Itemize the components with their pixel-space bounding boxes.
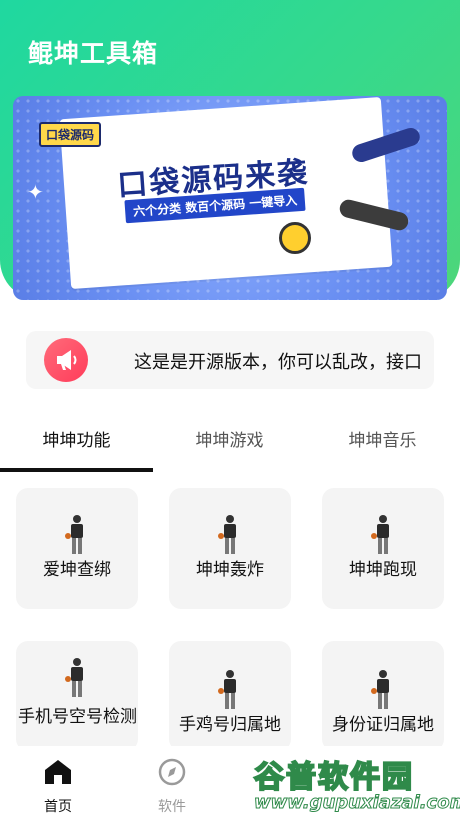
nav-home[interactable]: 首页 <box>28 758 88 816</box>
home-icon <box>45 760 71 784</box>
tool-tile-aikun-check[interactable]: 爱坤查绑 <box>16 488 138 609</box>
tile-label: 身份证归属地 <box>332 715 434 735</box>
tool-tile-kunkun-bomb[interactable]: 坤坤轰炸 <box>169 488 291 609</box>
tab-kunkun-functions[interactable]: 坤坤功能 <box>0 426 153 451</box>
announcement-bar[interactable]: 这是是开源版本，你可以乱改，接口 <box>26 331 434 389</box>
sparkle-icon: ✧ <box>121 226 138 250</box>
tab-kunkun-games[interactable]: 坤坤游戏 <box>153 426 306 451</box>
category-tabs: 坤坤功能 坤坤游戏 坤坤音乐 <box>0 410 460 472</box>
watermark-url: www.gupuxiazai.com <box>253 792 460 814</box>
banner-tag: 口袋源码 <box>39 122 102 147</box>
site-watermark: 谷普软件园 www.gupuxiazai.com <box>252 752 460 816</box>
microphone-icon <box>279 222 311 254</box>
tool-tile-kunkun-run[interactable]: 坤坤跑现 <box>322 488 444 609</box>
tile-label: 坤坤轰炸 <box>196 560 264 580</box>
nav-home-label: 首页 <box>44 799 72 815</box>
basketball-player-icon <box>218 670 236 709</box>
megaphone-icon <box>44 338 88 382</box>
tile-label: 手机号空号检测 <box>18 707 137 727</box>
basketball-player-icon <box>218 515 236 554</box>
basketball-player-icon <box>371 670 389 709</box>
watermark-title: 谷普软件园 <box>253 759 414 796</box>
nav-software-label: 软件 <box>158 799 186 815</box>
tab-kunkun-music[interactable]: 坤坤音乐 <box>306 426 459 451</box>
announcement-text: 这是是开源版本，你可以乱改，接口 <box>134 352 422 373</box>
app-title: 鲲坤工具箱 <box>28 39 159 68</box>
tile-label: 手鸡号归属地 <box>179 715 281 735</box>
basketball-player-icon <box>65 515 83 554</box>
sparkle-icon: ✦ <box>27 180 44 204</box>
basketball-player-icon <box>65 658 83 697</box>
tile-label: 坤坤跑现 <box>349 560 417 580</box>
tool-tile-phone-empty-check[interactable]: 手机号空号检测 <box>16 641 138 751</box>
tool-tile-id-location[interactable]: 身份证归属地 <box>322 641 444 751</box>
basketball-player-icon <box>371 515 389 554</box>
active-tab-indicator <box>0 468 153 472</box>
tile-label: 爱坤查绑 <box>43 560 111 580</box>
promo-banner[interactable]: 口袋源码 口袋源码来袭 六个分类 数百个源码 一键导入 ✦ ✧ <box>13 96 447 300</box>
compass-icon <box>158 758 186 786</box>
tool-tile-phone-location[interactable]: 手鸡号归属地 <box>169 641 291 751</box>
nav-software[interactable]: 软件 <box>142 758 202 816</box>
